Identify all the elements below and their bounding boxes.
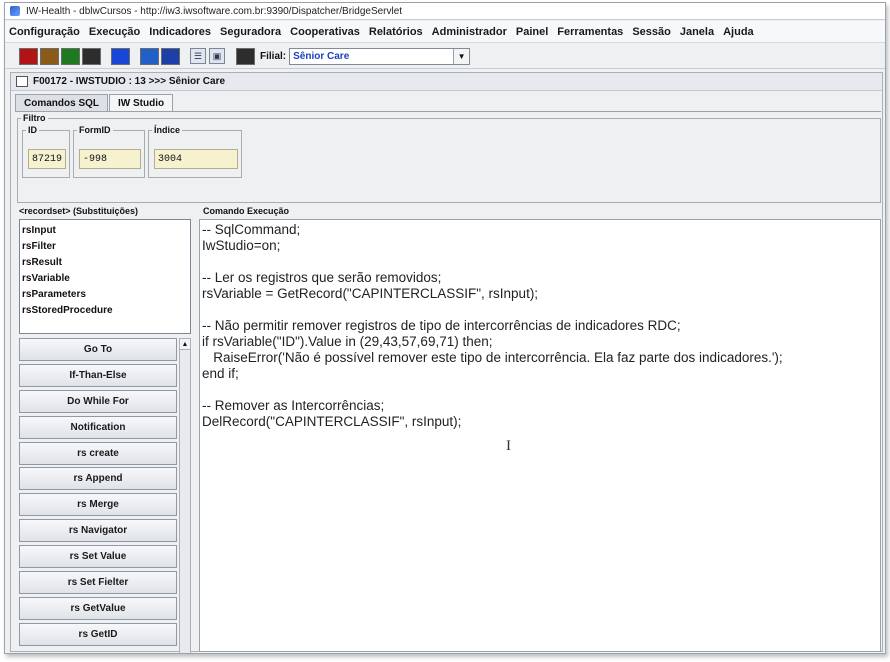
code-line: DelRecord("CAPINTERCLASSIF", rsInput); (202, 414, 462, 429)
code-line: -- Ler os registros que serão removidos; (202, 270, 442, 285)
toolbar-button-dark-2[interactable] (236, 47, 255, 65)
rs-getid-button[interactable]: rs GetID (19, 622, 177, 646)
code-line: -- Não permitir remover registros de tip… (202, 318, 681, 333)
menu-administrador[interactable]: Administrador (432, 26, 507, 38)
list-item[interactable]: rsStoredProcedure (22, 303, 190, 319)
code-line: end if; (202, 366, 239, 381)
toolbar-button-red[interactable] (19, 47, 38, 65)
code-editor[interactable]: -- SqlCommand; IwStudio=on; -- Ler os re… (199, 219, 881, 652)
menu-execucao[interactable]: Execução (89, 26, 140, 38)
formid-field-group: FormID -998 (73, 125, 145, 178)
rs-merge-button[interactable]: rs Merge (19, 493, 177, 517)
recordset-list[interactable]: rsInput rsFilter rsResult rsVariable rsP… (19, 219, 191, 334)
indice-field[interactable]: 3004 (154, 149, 238, 169)
menu-seguradora[interactable]: Seguradora (220, 26, 281, 38)
list-view-icon[interactable]: ☰ (190, 48, 206, 64)
do-while-for-button[interactable]: Do While For (19, 389, 177, 413)
text-cursor-icon: I (506, 438, 511, 454)
code-line: rsVariable = GetRecord("CAPINTERCLASSIF"… (202, 286, 539, 301)
toolbar-button-blue[interactable] (111, 47, 130, 65)
frame-title-bar: F00172 - IWSTUDIO : 13 >>> Sênior Care (11, 73, 882, 91)
id-field[interactable]: 87219 (28, 149, 66, 169)
list-item[interactable]: rsResult (22, 255, 190, 271)
indice-label: Índice (152, 125, 183, 135)
menu-cooperativas[interactable]: Cooperativas (290, 26, 360, 38)
id-label: ID (26, 125, 39, 135)
filtro-label: Filtro (21, 113, 48, 123)
formid-field[interactable]: -998 (79, 149, 141, 169)
goto-button[interactable]: Go To (19, 338, 177, 361)
frame-icon (16, 76, 28, 87)
filial-label: Filial: (260, 50, 287, 62)
command-list-scrollbar[interactable]: ▲ (179, 338, 191, 653)
list-item[interactable]: rsInput (22, 223, 190, 239)
rs-set-fielter-button[interactable]: rs Set Fielter (19, 571, 177, 595)
list-item[interactable]: rsVariable (22, 271, 190, 287)
toolbar-button-blue-2[interactable] (140, 47, 159, 65)
command-button-list: Go To If-Than-Else Do While For Notifica… (19, 338, 191, 653)
menu-painel[interactable]: Painel (516, 26, 548, 38)
code-line: IwStudio=on; (202, 238, 281, 253)
menu-relatorios[interactable]: Relatórios (369, 26, 423, 38)
application-window: IW-Health - dblwCursos - http://iw3.iwso… (4, 2, 886, 654)
menu-bar: Configuração Execução Indicadores Segura… (5, 21, 885, 43)
tab-comandos-sql[interactable]: Comandos SQL (15, 94, 109, 112)
id-field-group: ID 87219 (22, 125, 70, 178)
rs-set-value-button[interactable]: rs Set Value (19, 545, 177, 569)
menu-ajuda[interactable]: Ajuda (723, 26, 754, 38)
code-line: -- SqlCommand; (202, 222, 301, 237)
toolbar-button-blue-3[interactable] (161, 47, 180, 65)
list-item[interactable]: rsParameters (22, 287, 190, 303)
title-bar: IW-Health - dblwCursos - http://iw3.iwso… (5, 3, 885, 20)
list-item[interactable]: rsFilter (22, 239, 190, 255)
rs-getvalue-button[interactable]: rs GetValue (19, 596, 177, 620)
formid-label: FormID (77, 125, 113, 135)
chevron-down-icon[interactable]: ▼ (453, 48, 470, 64)
frame-title: F00172 - IWSTUDIO : 13 >>> Sênior Care (33, 76, 226, 87)
filtro-group: Filtro ID 87219 FormID -998 Índice 3004 (17, 113, 881, 203)
indice-field-group: Índice 3004 (148, 125, 242, 178)
toolbar: ☰ ▣ Filial: Sênior Care ▼ (5, 44, 885, 69)
rs-append-button[interactable]: rs Append (19, 467, 177, 491)
studio-frame: F00172 - IWSTUDIO : 13 >>> Sênior Care C… (10, 72, 883, 653)
rs-create-button[interactable]: rs create (19, 441, 177, 465)
toolbar-button-dark[interactable] (82, 47, 101, 65)
notification-button[interactable]: Notification (19, 415, 177, 439)
if-than-else-button[interactable]: If-Than-Else (19, 363, 177, 387)
rs-navigator-button[interactable]: rs Navigator (19, 519, 177, 543)
code-line: -- Remover as Intercorrências; (202, 398, 385, 413)
toolbar-button-brown[interactable] (40, 47, 59, 65)
tab-iw-studio[interactable]: IW Studio (109, 94, 174, 112)
app-icon (9, 5, 21, 17)
menu-indicadores[interactable]: Indicadores (149, 26, 211, 38)
scroll-up-icon[interactable]: ▲ (180, 339, 190, 350)
code-line: if rsVariable("ID").Value in (29,43,57,6… (202, 334, 493, 349)
menu-sessao[interactable]: Sessão (632, 26, 671, 38)
left-pane: <recordset> (Substituições) rsInput rsFi… (17, 206, 194, 653)
menu-configuracao[interactable]: Configuração (9, 26, 80, 38)
window-title: IW-Health - dblwCursos - http://iw3.iwso… (26, 5, 403, 17)
code-line: RaiseError('Não é possível remover este … (202, 350, 783, 365)
toolbar-button-green[interactable] (61, 47, 80, 65)
window-view-icon[interactable]: ▣ (209, 48, 225, 64)
right-pane: Comando Execução -- SqlCommand; IwStudio… (199, 206, 881, 652)
menu-janela[interactable]: Janela (680, 26, 714, 38)
filial-select-value: Sênior Care (293, 50, 350, 62)
menu-ferramentas[interactable]: Ferramentas (557, 26, 623, 38)
comando-execucao-label: Comando Execução (203, 206, 290, 216)
filial-select[interactable]: Sênior Care ▼ (289, 47, 471, 65)
tab-strip: Comandos SQL IW Studio (15, 94, 174, 112)
recordset-label: <recordset> (Substituições) (19, 206, 139, 216)
